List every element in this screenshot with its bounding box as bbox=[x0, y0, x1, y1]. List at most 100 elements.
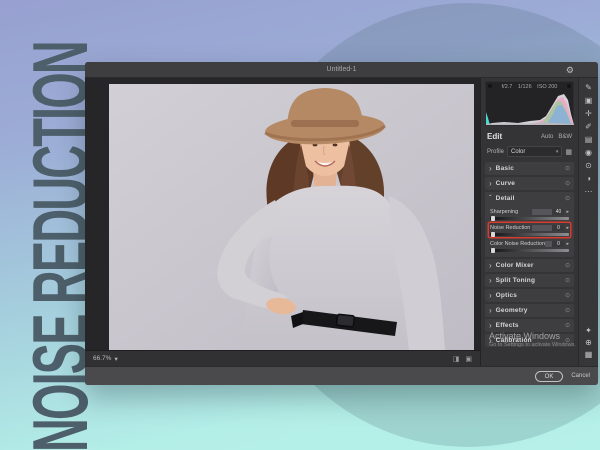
visibility-eye-icon[interactable]: ⊙ bbox=[565, 277, 570, 284]
chevron-right-icon: › bbox=[489, 304, 492, 317]
slider-label: Noise Reduction bbox=[490, 225, 530, 231]
slider-track[interactable] bbox=[490, 217, 569, 220]
exif-readout: f/2.7 1/126 ISO 200 bbox=[486, 84, 573, 90]
chevron-right-icon: › bbox=[489, 177, 492, 190]
chevron-right-icon: › bbox=[489, 259, 492, 272]
slider-color-noise-reduction[interactable]: Color Noise Reduction 0▸ bbox=[489, 239, 570, 253]
bw-button[interactable]: B&W bbox=[558, 134, 572, 140]
visibility-eye-icon[interactable]: ⊙ bbox=[565, 180, 570, 187]
panel-section-optics[interactable]: ›Optics⊙ bbox=[485, 289, 574, 302]
dialog-footer: OK Cancel bbox=[85, 366, 598, 385]
slider-sharpening[interactable]: Sharpening 40▸ bbox=[489, 207, 570, 221]
slider-row-top: Sharpening 40▸ bbox=[490, 208, 569, 215]
slider-handle[interactable] bbox=[491, 232, 495, 237]
zoom-level-dropdown[interactable]: 66.7% ▾ bbox=[93, 355, 118, 363]
panel-sections-top: › Basic ⊙ › Curve ⊙ bbox=[481, 162, 578, 190]
eye-tool-icon[interactable]: ⊙ bbox=[585, 160, 592, 173]
section-label: Optics bbox=[496, 292, 517, 299]
detail-section-label: Detail bbox=[496, 195, 515, 202]
photo-preview bbox=[109, 84, 474, 350]
slider-row-top: Noise Reduction 0▸ bbox=[490, 224, 569, 231]
red-eye-tool-icon[interactable]: ◉ bbox=[585, 147, 592, 160]
profile-value: Color bbox=[511, 149, 525, 155]
section-label: Geometry bbox=[496, 307, 528, 314]
section-label: Split Toning bbox=[496, 277, 535, 284]
slider-track[interactable] bbox=[490, 233, 569, 236]
panel-section-split-toning[interactable]: ›Split Toning⊙ bbox=[485, 274, 574, 287]
panel-section-geometry[interactable]: › Geometry ⊙ bbox=[485, 304, 574, 317]
filmstrip-icon[interactable]: ▦ bbox=[585, 349, 593, 361]
slider-value[interactable]: 0 bbox=[552, 225, 564, 231]
canvas-statusbar: 66.7% ▾ ◨ ▣ bbox=[85, 350, 480, 366]
stepper-arrow-icon[interactable]: ▸ bbox=[566, 209, 569, 215]
more-options-icon[interactable]: ⋯ bbox=[585, 186, 593, 199]
section-label: Curve bbox=[496, 180, 515, 187]
visibility-eye-icon[interactable]: ⊙ bbox=[565, 165, 570, 172]
panels-toggle-icon[interactable]: ▤ bbox=[585, 134, 593, 147]
cancel-button[interactable]: Cancel bbox=[571, 373, 590, 379]
chevron-down-icon: ▾ bbox=[114, 355, 117, 363]
presets-icon[interactable]: ◑ bbox=[586, 173, 591, 186]
visibility-eye-icon[interactable]: ⊙ bbox=[565, 307, 570, 314]
visibility-eye-icon[interactable]: ⊙ bbox=[565, 262, 570, 269]
right-toolbar: ✎▣✛✐▤◉⊙◑⋯ ✦⊕▦ bbox=[578, 78, 598, 366]
crop-tool-icon[interactable]: ▣ bbox=[585, 95, 593, 108]
detail-section-header[interactable]: ˇ Detail ⊙ bbox=[489, 192, 570, 205]
zoom-tool-icon[interactable]: ⊕ bbox=[585, 337, 592, 349]
edit-pencil-icon[interactable]: ✎ bbox=[585, 82, 592, 95]
exif-iso: ISO 200 bbox=[537, 84, 557, 90]
settings-gear-icon[interactable]: ⚙ bbox=[566, 62, 574, 78]
panel-section-effects[interactable]: › Effects ⊙ bbox=[485, 319, 574, 332]
chevron-right-icon: › bbox=[489, 162, 492, 175]
panel-section-color-mixer[interactable]: › Color Mixer ⊙ bbox=[485, 259, 574, 272]
histogram-graph bbox=[486, 92, 574, 125]
visibility-eye-icon[interactable]: ⊙ bbox=[565, 337, 570, 344]
slider-value-track[interactable]: 0 bbox=[532, 225, 564, 231]
panel-section-curve[interactable]: › Curve ⊙ bbox=[485, 177, 574, 190]
dialog-titlebar[interactable]: Untitled-1 ⚙ bbox=[85, 62, 598, 78]
edit-panel: f/2.7 1/126 ISO 200 Edit Auto B&W bbox=[480, 78, 578, 366]
heal-tool-icon[interactable]: ✛ bbox=[585, 108, 592, 121]
visibility-eye-icon[interactable]: ⊙ bbox=[565, 292, 570, 299]
profile-label: Profile bbox=[487, 149, 504, 155]
slider-handle[interactable] bbox=[491, 248, 495, 253]
paint-overlay-icon[interactable]: ✦ bbox=[585, 325, 592, 337]
exif-shutter: 1/126 bbox=[518, 84, 532, 90]
slider-noise-reduction[interactable]: Noise Reduction 0▸ bbox=[489, 223, 570, 237]
panel-section-basic[interactable]: › Basic ⊙ bbox=[485, 162, 574, 175]
dialog-title: Untitled-1 bbox=[327, 66, 357, 73]
chevron-right-icon: › bbox=[489, 319, 492, 332]
slider-value-track[interactable]: 40 bbox=[532, 209, 564, 215]
profile-browser-icon[interactable]: ▦ bbox=[565, 148, 572, 156]
slider-track[interactable] bbox=[490, 249, 569, 252]
ok-button[interactable]: OK bbox=[535, 371, 563, 382]
panel-sections-bottom: › Color Mixer ⊙ › Split Toning ⊙ › Optics ⊙ › Geom… bbox=[481, 259, 578, 347]
zoom-level-value: 66.7% bbox=[93, 355, 111, 362]
stepper-arrow-icon[interactable]: ▸ bbox=[566, 241, 569, 247]
slider-value-track[interactable]: 0 bbox=[545, 241, 564, 247]
slider-label: Sharpening bbox=[490, 209, 518, 215]
section-label: Effects bbox=[496, 322, 519, 329]
slider-value[interactable]: 0 bbox=[552, 241, 564, 247]
auto-button[interactable]: Auto bbox=[541, 134, 553, 140]
slider-value[interactable]: 40 bbox=[552, 209, 564, 215]
slider-label: Color Noise Reduction bbox=[490, 241, 545, 247]
edit-panel-title: Edit bbox=[487, 132, 502, 141]
chevron-right-icon: › bbox=[489, 334, 492, 347]
camera-raw-dialog: Untitled-1 ⚙ bbox=[85, 62, 598, 385]
visibility-eye-icon[interactable]: ⊙ bbox=[565, 322, 570, 329]
panel-section-calibration[interactable]: ›Calibration⊙ bbox=[485, 334, 574, 347]
visibility-eye-icon[interactable]: ⊙ bbox=[565, 195, 570, 202]
stepper-arrow-icon[interactable]: ▸ bbox=[566, 225, 569, 231]
preview-canvas[interactable] bbox=[85, 78, 480, 350]
slider-handle[interactable] bbox=[491, 216, 495, 221]
slider-row-top: Color Noise Reduction 0▸ bbox=[490, 240, 569, 247]
section-label: Color Mixer bbox=[496, 262, 534, 269]
detail-sliders: Sharpening40▸Noise Reduction0▸Color Nois… bbox=[489, 207, 570, 253]
section-label: Basic bbox=[496, 165, 514, 172]
histogram[interactable]: f/2.7 1/126 ISO 200 bbox=[485, 81, 574, 126]
brush-tool-icon[interactable]: ✐ bbox=[585, 121, 592, 134]
before-after-toggle-icon[interactable]: ◨ bbox=[453, 355, 460, 363]
profile-dropdown[interactable]: Color ▾ bbox=[507, 146, 562, 157]
fit-view-icon[interactable]: ▣ bbox=[465, 355, 472, 363]
